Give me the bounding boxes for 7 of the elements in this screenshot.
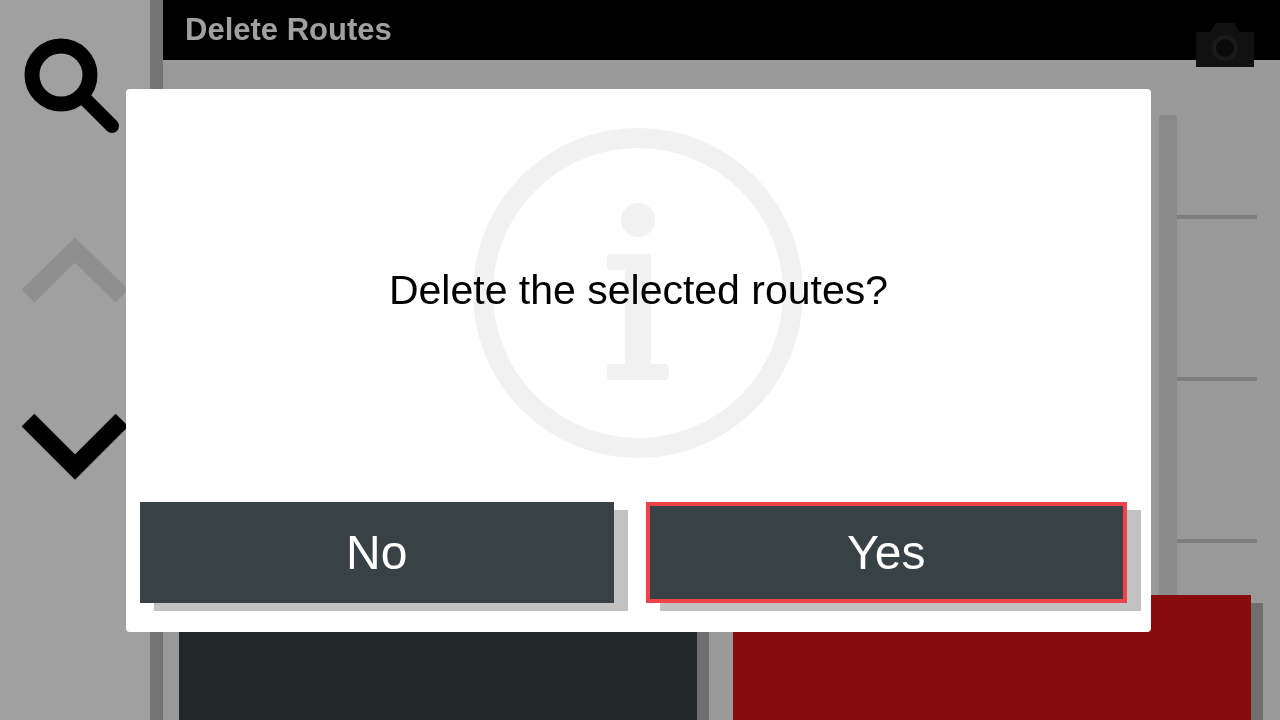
screen-title: Delete Routes bbox=[185, 12, 392, 48]
search-button[interactable] bbox=[23, 38, 122, 136]
search-icon bbox=[23, 38, 122, 136]
chevron-down-icon bbox=[22, 412, 128, 482]
chevron-up-icon bbox=[22, 236, 128, 304]
dialog-message: Delete the selected routes? bbox=[388, 267, 889, 315]
scroll-down-button[interactable] bbox=[22, 412, 128, 482]
